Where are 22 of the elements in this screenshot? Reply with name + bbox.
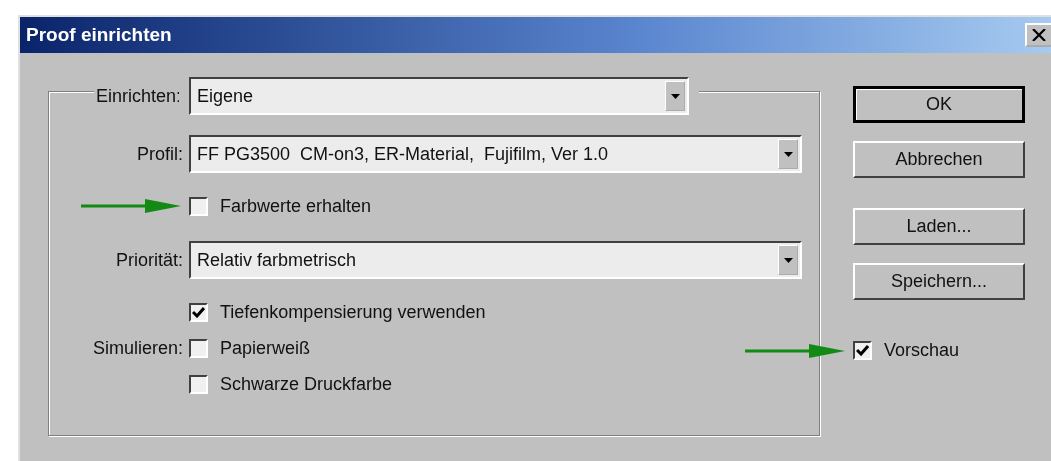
checkbox-label: Farbwerte erhalten — [220, 195, 372, 217]
dialog-button[interactable]: Abbrechen — [853, 141, 1025, 178]
field-label: Priorität: — [115, 249, 183, 270]
checkbox[interactable] — [853, 341, 872, 360]
window-title: Proof einrichten — [26, 24, 172, 46]
dialog-button[interactable]: Laden... — [853, 208, 1025, 245]
checkbox-label: Papierweiß — [220, 337, 311, 359]
checkbox[interactable] — [189, 302, 208, 322]
checkbox[interactable] — [189, 374, 208, 394]
checkbox[interactable] — [189, 338, 208, 358]
checkbox-label: Tiefenkompensierung verwenden — [220, 301, 486, 323]
checkbox[interactable] — [189, 196, 208, 216]
checkbox-label: Schwarze Druckfarbe — [220, 373, 393, 395]
dialog-button[interactable]: OK — [853, 86, 1025, 123]
field-label: Profil: — [137, 143, 183, 164]
dropdown[interactable]: Relativ farbmetrisch — [189, 241, 802, 279]
close-icon — [1032, 29, 1046, 41]
dropdown[interactable]: FF PG3500 CM-on3, ER-Material, Fujifilm, Ver 1.0 — [189, 135, 802, 173]
dialog-button[interactable]: Speichern... — [853, 263, 1025, 300]
field-label: Simulieren: — [92, 337, 183, 358]
close-button[interactable] — [1025, 23, 1051, 47]
checkbox-label: Vorschau — [884, 340, 960, 361]
